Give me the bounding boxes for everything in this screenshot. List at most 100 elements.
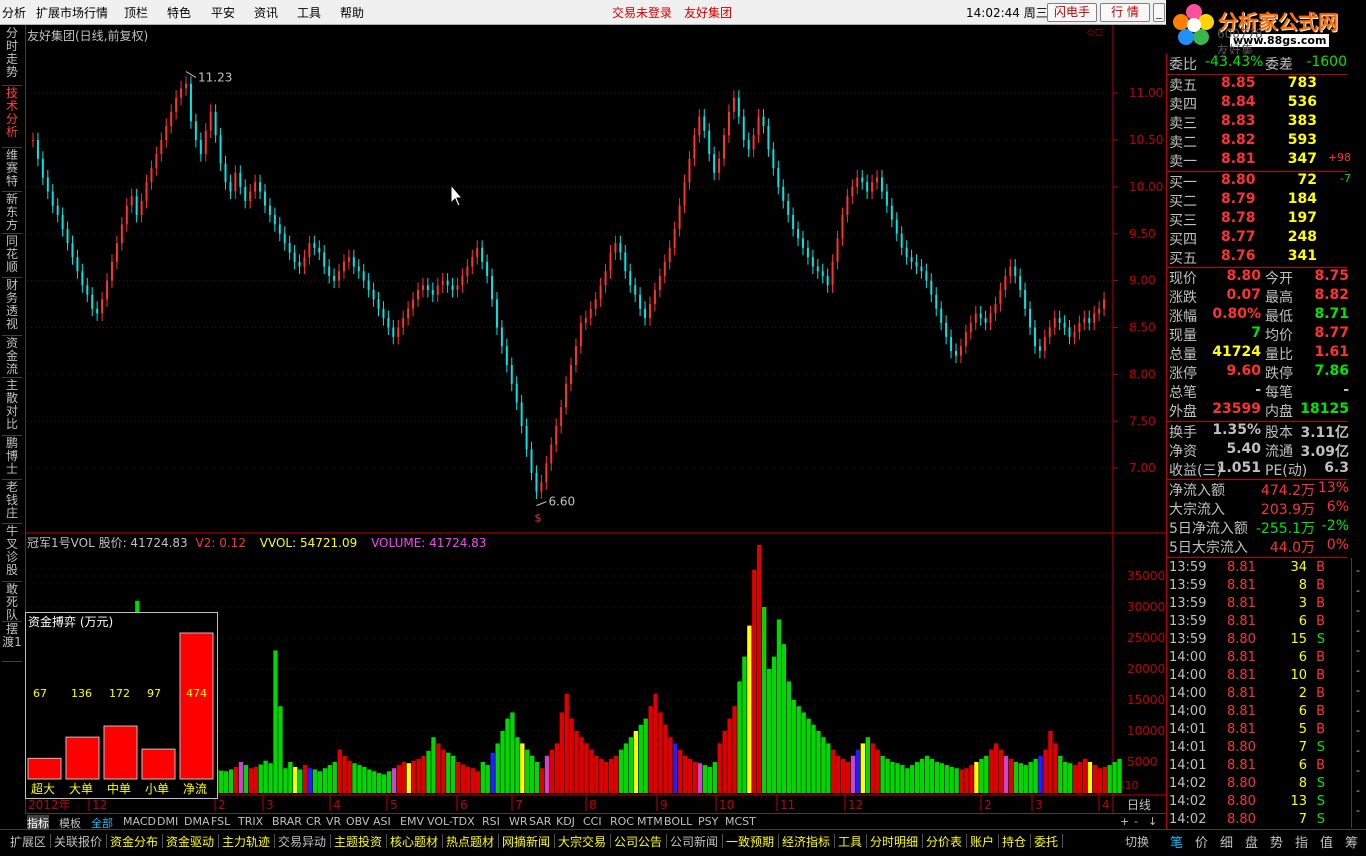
left-tab-7[interactable]: 主散对比	[2, 379, 22, 436]
bottom-tab-2[interactable]: 资金分布	[110, 833, 158, 850]
bids-row[interactable]: 买二 8.79 184	[1169, 191, 1347, 210]
indicator-tab-23[interactable]: PSY	[698, 815, 718, 828]
indicator-tab-6[interactable]: FSL	[211, 815, 230, 828]
left-tab-12[interactable]: 摆渡1	[2, 623, 22, 662]
bottom-tab-10[interactable]: 大宗交易	[558, 833, 606, 850]
scroll-arrow-icon[interactable]: -	[1356, 744, 1360, 757]
indicator-tab-21[interactable]: MTM	[637, 815, 663, 828]
indicator-tab-11[interactable]: OBV	[346, 815, 369, 828]
scroll-arrow-icon[interactable]: -	[1356, 604, 1360, 617]
left-tab-4[interactable]: 同花顺	[2, 235, 22, 278]
bottom-tab-8[interactable]: 热点题材	[446, 833, 494, 850]
bids-row[interactable]: 买一 8.80 72 -7	[1169, 172, 1351, 191]
indicator-tab-24[interactable]: MCST	[725, 815, 756, 828]
left-tab-0[interactable]: 分时走势	[2, 27, 22, 86]
menu-item-help[interactable]: 帮助	[340, 4, 364, 21]
menu-item-analysis[interactable]: 分析	[2, 4, 26, 21]
bottom-tab-9[interactable]: 网摘新闻	[502, 833, 550, 850]
scroll-arrow-icon[interactable]: -	[1356, 584, 1360, 597]
left-tab-10[interactable]: 牛叉诊股	[2, 525, 22, 582]
menu-item-tools[interactable]: 工具	[297, 4, 321, 21]
bottom-tab-16[interactable]: 分时明细	[870, 833, 918, 850]
scroll-arrow-icon[interactable]: -	[1356, 684, 1360, 697]
window-min-icon[interactable]: _	[1153, 3, 1165, 22]
indicator-tab-5[interactable]: DMA	[184, 815, 210, 828]
indicator-tab-10[interactable]: VR	[326, 815, 341, 828]
left-tab-1[interactable]: 技术分析	[2, 87, 22, 148]
asks-row[interactable]: 卖二 8.82 593	[1169, 132, 1347, 151]
bottom-tab-0[interactable]: 扩展区	[10, 833, 46, 850]
indicator-tab-13[interactable]: EMV	[400, 815, 424, 828]
zoom-in-icon[interactable]: +	[1120, 815, 1129, 828]
indicator-tab-18[interactable]: KDJ	[556, 815, 575, 828]
bottom-tab-1[interactable]: 关联报价	[54, 833, 102, 850]
asks-row[interactable]: 卖五 8.85 783	[1169, 75, 1347, 94]
bottom-tab-20[interactable]: 委托	[1034, 833, 1058, 850]
indicator-tab-19[interactable]: CCI	[583, 815, 602, 828]
bottom-tab-19[interactable]: 持仓	[1002, 833, 1026, 850]
indicator-tab-22[interactable]: BOLL	[664, 815, 692, 828]
scroll-arrow-icon[interactable]: -	[1356, 784, 1360, 797]
bottom-tab-18[interactable]: 账户	[970, 833, 994, 850]
bottom-tab-3[interactable]: 资金驱动	[166, 833, 214, 850]
bids-row[interactable]: 买五 8.76 341	[1169, 248, 1347, 267]
indicator-tab-17[interactable]: SAR	[529, 815, 551, 828]
scroll-arrow-icon[interactable]: -	[1356, 724, 1360, 737]
scroll-arrow-icon[interactable]: -	[1356, 664, 1360, 677]
indicator-tab-4[interactable]: DMI	[157, 815, 178, 828]
bids-row[interactable]: 买四 8.77 248	[1169, 229, 1347, 248]
period-label[interactable]: 日线	[1127, 798, 1151, 812]
bottom-tab-12[interactable]: 公司新闻	[670, 833, 718, 850]
quote-button[interactable]: 行 情	[1100, 3, 1150, 22]
scroll-arrow-icon[interactable]: -	[1356, 644, 1360, 657]
indicator-tab-7[interactable]: TRIX	[238, 815, 263, 828]
quote-tab-5[interactable]: 指	[1295, 832, 1308, 851]
bottom-tab-15[interactable]: 工具	[838, 833, 862, 850]
left-tab-2[interactable]: 维赛特	[2, 149, 22, 192]
zoom-out-icon[interactable]: -	[1134, 815, 1138, 828]
scroll-down-icon[interactable]: ↓	[1148, 815, 1157, 828]
menu-item-features[interactable]: 特色	[167, 4, 191, 21]
left-tab-3[interactable]: 新东方	[2, 193, 22, 234]
flash-trade-button[interactable]: 闪电手	[1047, 3, 1097, 22]
chart-menu-icon[interactable]: ◇◻	[1087, 27, 1103, 38]
quote-tab-7[interactable]: 筹	[1345, 832, 1358, 851]
scroll-arrow-icon[interactable]: -	[1356, 624, 1360, 637]
bottom-tab-17[interactable]: 分价表	[926, 833, 962, 850]
bottom-tab-4[interactable]: 主力轨迹	[222, 833, 270, 850]
quote-tab-2[interactable]: 细	[1220, 832, 1233, 851]
indicator-tab-9[interactable]: CR	[306, 815, 321, 828]
asks-row[interactable]: 卖一 8.81 347 +98	[1169, 151, 1351, 170]
scroll-arrow-icon[interactable]: -	[1356, 704, 1360, 717]
quote-tab-4[interactable]: 势	[1270, 832, 1283, 851]
scroll-arrow-icon[interactable]: -	[1356, 764, 1360, 777]
quote-tab-3[interactable]: 盘	[1245, 832, 1258, 851]
bids-row[interactable]: 买三 8.78 197	[1169, 210, 1347, 229]
indicator-tab-8[interactable]: BRAR	[272, 815, 302, 828]
scroll-arrow-icon[interactable]: -	[1356, 564, 1360, 577]
bottom-tab-14[interactable]: 经济指标	[782, 833, 830, 850]
left-tab-8[interactable]: 鹏博士	[2, 437, 22, 480]
indicator-tab-16[interactable]: WR	[509, 815, 528, 828]
bottom-tab-13[interactable]: 一致预期	[726, 833, 774, 850]
menu-item-topbar[interactable]: 顶栏	[124, 4, 148, 21]
indicator-tab-3[interactable]: MACD	[123, 815, 156, 828]
left-tab-6[interactable]: 资金流	[2, 337, 22, 378]
indicator-tab-15[interactable]: RSI	[482, 815, 500, 828]
bottom-tab-7[interactable]: 核心题材	[390, 833, 438, 850]
bottom-tab-5[interactable]: 交易异动	[278, 833, 326, 850]
quote-tab-0[interactable]: 笔	[1170, 832, 1183, 851]
switch-button[interactable]: 切换	[1125, 833, 1149, 850]
bottom-tab-6[interactable]: 主题投资	[334, 833, 382, 850]
left-tab-9[interactable]: 老钱庄	[2, 481, 22, 524]
trade-login-status[interactable]: 交易未登录	[612, 4, 672, 21]
bottom-tab-11[interactable]: 公司公告	[614, 833, 662, 850]
tick-scrollbar[interactable]: - - - - - - - - - - - - -	[1351, 558, 1366, 828]
left-tab-11[interactable]: 敢死队	[2, 583, 22, 622]
quote-tab-1[interactable]: 价	[1195, 832, 1208, 851]
left-tab-5[interactable]: 财务透视	[2, 279, 22, 336]
indicator-tab-12[interactable]: ASI	[373, 815, 391, 828]
indicator-tab-14[interactable]: VOL-TDX	[427, 815, 475, 828]
menu-item-news[interactable]: 资讯	[254, 4, 278, 21]
asks-row[interactable]: 卖三 8.83 383	[1169, 113, 1347, 132]
